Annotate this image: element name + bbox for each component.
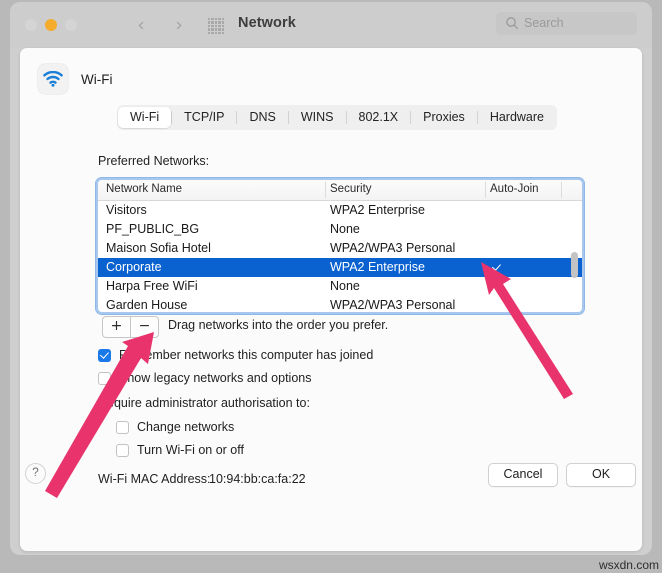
column-header-network-name: Network Name — [106, 183, 183, 195]
cell-network-name: Corporate — [106, 260, 162, 274]
table-row[interactable]: Harpa Free WiFi None — [98, 277, 582, 296]
table-row[interactable]: Maison Sofia Hotel WPA2/WPA3 Personal — [98, 239, 582, 258]
wifi-service-header: Wi-Fi — [38, 64, 112, 94]
tab-wins[interactable]: WINS — [289, 107, 346, 128]
column-divider — [485, 182, 486, 198]
tab-8021x[interactable]: 802.1X — [347, 107, 411, 128]
option-label: Remember networks this computer has join… — [119, 348, 374, 362]
cell-network-name: PF_PUBLIC_BG — [106, 222, 200, 236]
option-label: Show legacy networks and options — [119, 371, 312, 385]
drag-hint-text: Drag networks into the order you prefer. — [168, 318, 389, 332]
grid-view-icon[interactable] — [208, 18, 224, 34]
ok-button[interactable]: OK — [566, 463, 636, 487]
window-title: Network — [238, 15, 296, 31]
help-button[interactable]: ? — [25, 463, 46, 484]
table-row[interactable]: PF_PUBLIC_BG None — [98, 220, 582, 239]
change-networks-checkbox[interactable] — [116, 420, 129, 434]
option-change-networks[interactable]: Change networks — [116, 420, 234, 434]
wifi-icon — [38, 64, 68, 94]
table-scrollbar-thumb[interactable] — [571, 252, 578, 278]
add-remove-network-buttons: + − — [102, 316, 159, 338]
cell-network-name: Maison Sofia Hotel — [106, 241, 211, 255]
cancel-button[interactable]: Cancel — [488, 463, 558, 487]
forward-chevron-icon[interactable]: › — [170, 15, 188, 35]
table-body: Visitors WPA2 Enterprise PF_PUBLIC_BG No… — [98, 201, 582, 312]
table-row[interactable]: Visitors WPA2 Enterprise — [98, 201, 582, 220]
cell-network-name: Visitors — [106, 203, 147, 217]
tab-hardware[interactable]: Hardware — [478, 107, 556, 128]
minimize-button[interactable] — [45, 19, 57, 31]
option-label: Change networks — [137, 420, 235, 434]
option-turn-wifi-on-off[interactable]: Turn Wi-Fi on or off — [116, 443, 244, 457]
column-header-security: Security — [330, 183, 372, 195]
add-network-button[interactable]: + — [102, 316, 130, 338]
cell-security: None — [330, 279, 360, 293]
preferred-networks-table[interactable]: Network Name Security Auto-Join Visitors… — [98, 180, 582, 312]
watermark: wsxdn.com — [598, 558, 659, 572]
table-row[interactable]: Garden House WPA2/WPA3 Personal — [98, 296, 582, 312]
traffic-lights — [25, 19, 77, 31]
window-titlebar: ‹ › Network Search — [10, 2, 652, 48]
option-label: Turn Wi-Fi on or off — [137, 443, 244, 457]
admin-authorisation-label: Require administrator authorisation to: — [98, 396, 310, 410]
settings-tabbar: Wi-Fi TCP/IP DNS WINS 802.1X Proxies Har… — [117, 105, 557, 130]
tab-dns[interactable]: DNS — [237, 107, 287, 128]
cell-security: None — [330, 222, 360, 236]
show-legacy-networks-checkbox[interactable] — [98, 371, 111, 385]
tab-wifi[interactable]: Wi-Fi — [118, 107, 172, 128]
mac-address-value: 10:94:bb:ca:fa:22 — [209, 472, 306, 486]
network-preferences-window: ‹ › Network Search Wi-Fi Wi-Fi TCP/IP DN… — [10, 2, 652, 555]
search-icon — [505, 16, 519, 30]
column-divider — [561, 182, 562, 198]
tab-proxies[interactable]: Proxies — [411, 107, 477, 128]
remember-networks-checkbox[interactable] — [98, 348, 111, 362]
wifi-service-label: Wi-Fi — [81, 71, 113, 87]
preferred-networks-label: Preferred Networks: — [98, 154, 210, 168]
remove-network-button[interactable]: − — [130, 316, 159, 338]
cell-network-name: Garden House — [106, 298, 188, 312]
turn-wifi-on-off-checkbox[interactable] — [116, 443, 129, 457]
back-chevron-icon[interactable]: ‹ — [132, 15, 150, 35]
cell-security: WPA2 Enterprise — [330, 203, 425, 217]
cell-security: WPA2/WPA3 Personal — [330, 298, 456, 312]
cell-security: WPA2/WPA3 Personal — [330, 241, 456, 255]
zoom-button[interactable] — [65, 19, 77, 31]
cell-security: WPA2 Enterprise — [330, 260, 425, 274]
table-header-row: Network Name Security Auto-Join — [98, 180, 582, 201]
mac-address-label: Wi-Fi MAC Address: — [98, 472, 211, 486]
search-placeholder: Search — [524, 16, 564, 30]
table-row-selected[interactable]: Corporate WPA2 Enterprise — [98, 258, 582, 277]
tab-tcpip[interactable]: TCP/IP — [172, 107, 236, 128]
column-divider — [325, 182, 326, 198]
search-field[interactable]: Search — [496, 12, 637, 35]
option-show-legacy-networks[interactable]: Show legacy networks and options — [98, 371, 311, 385]
close-button[interactable] — [25, 19, 37, 31]
option-remember-networks[interactable]: Remember networks this computer has join… — [98, 348, 373, 362]
cell-network-name: Harpa Free WiFi — [106, 279, 198, 293]
column-header-auto-join: Auto-Join — [490, 183, 539, 195]
